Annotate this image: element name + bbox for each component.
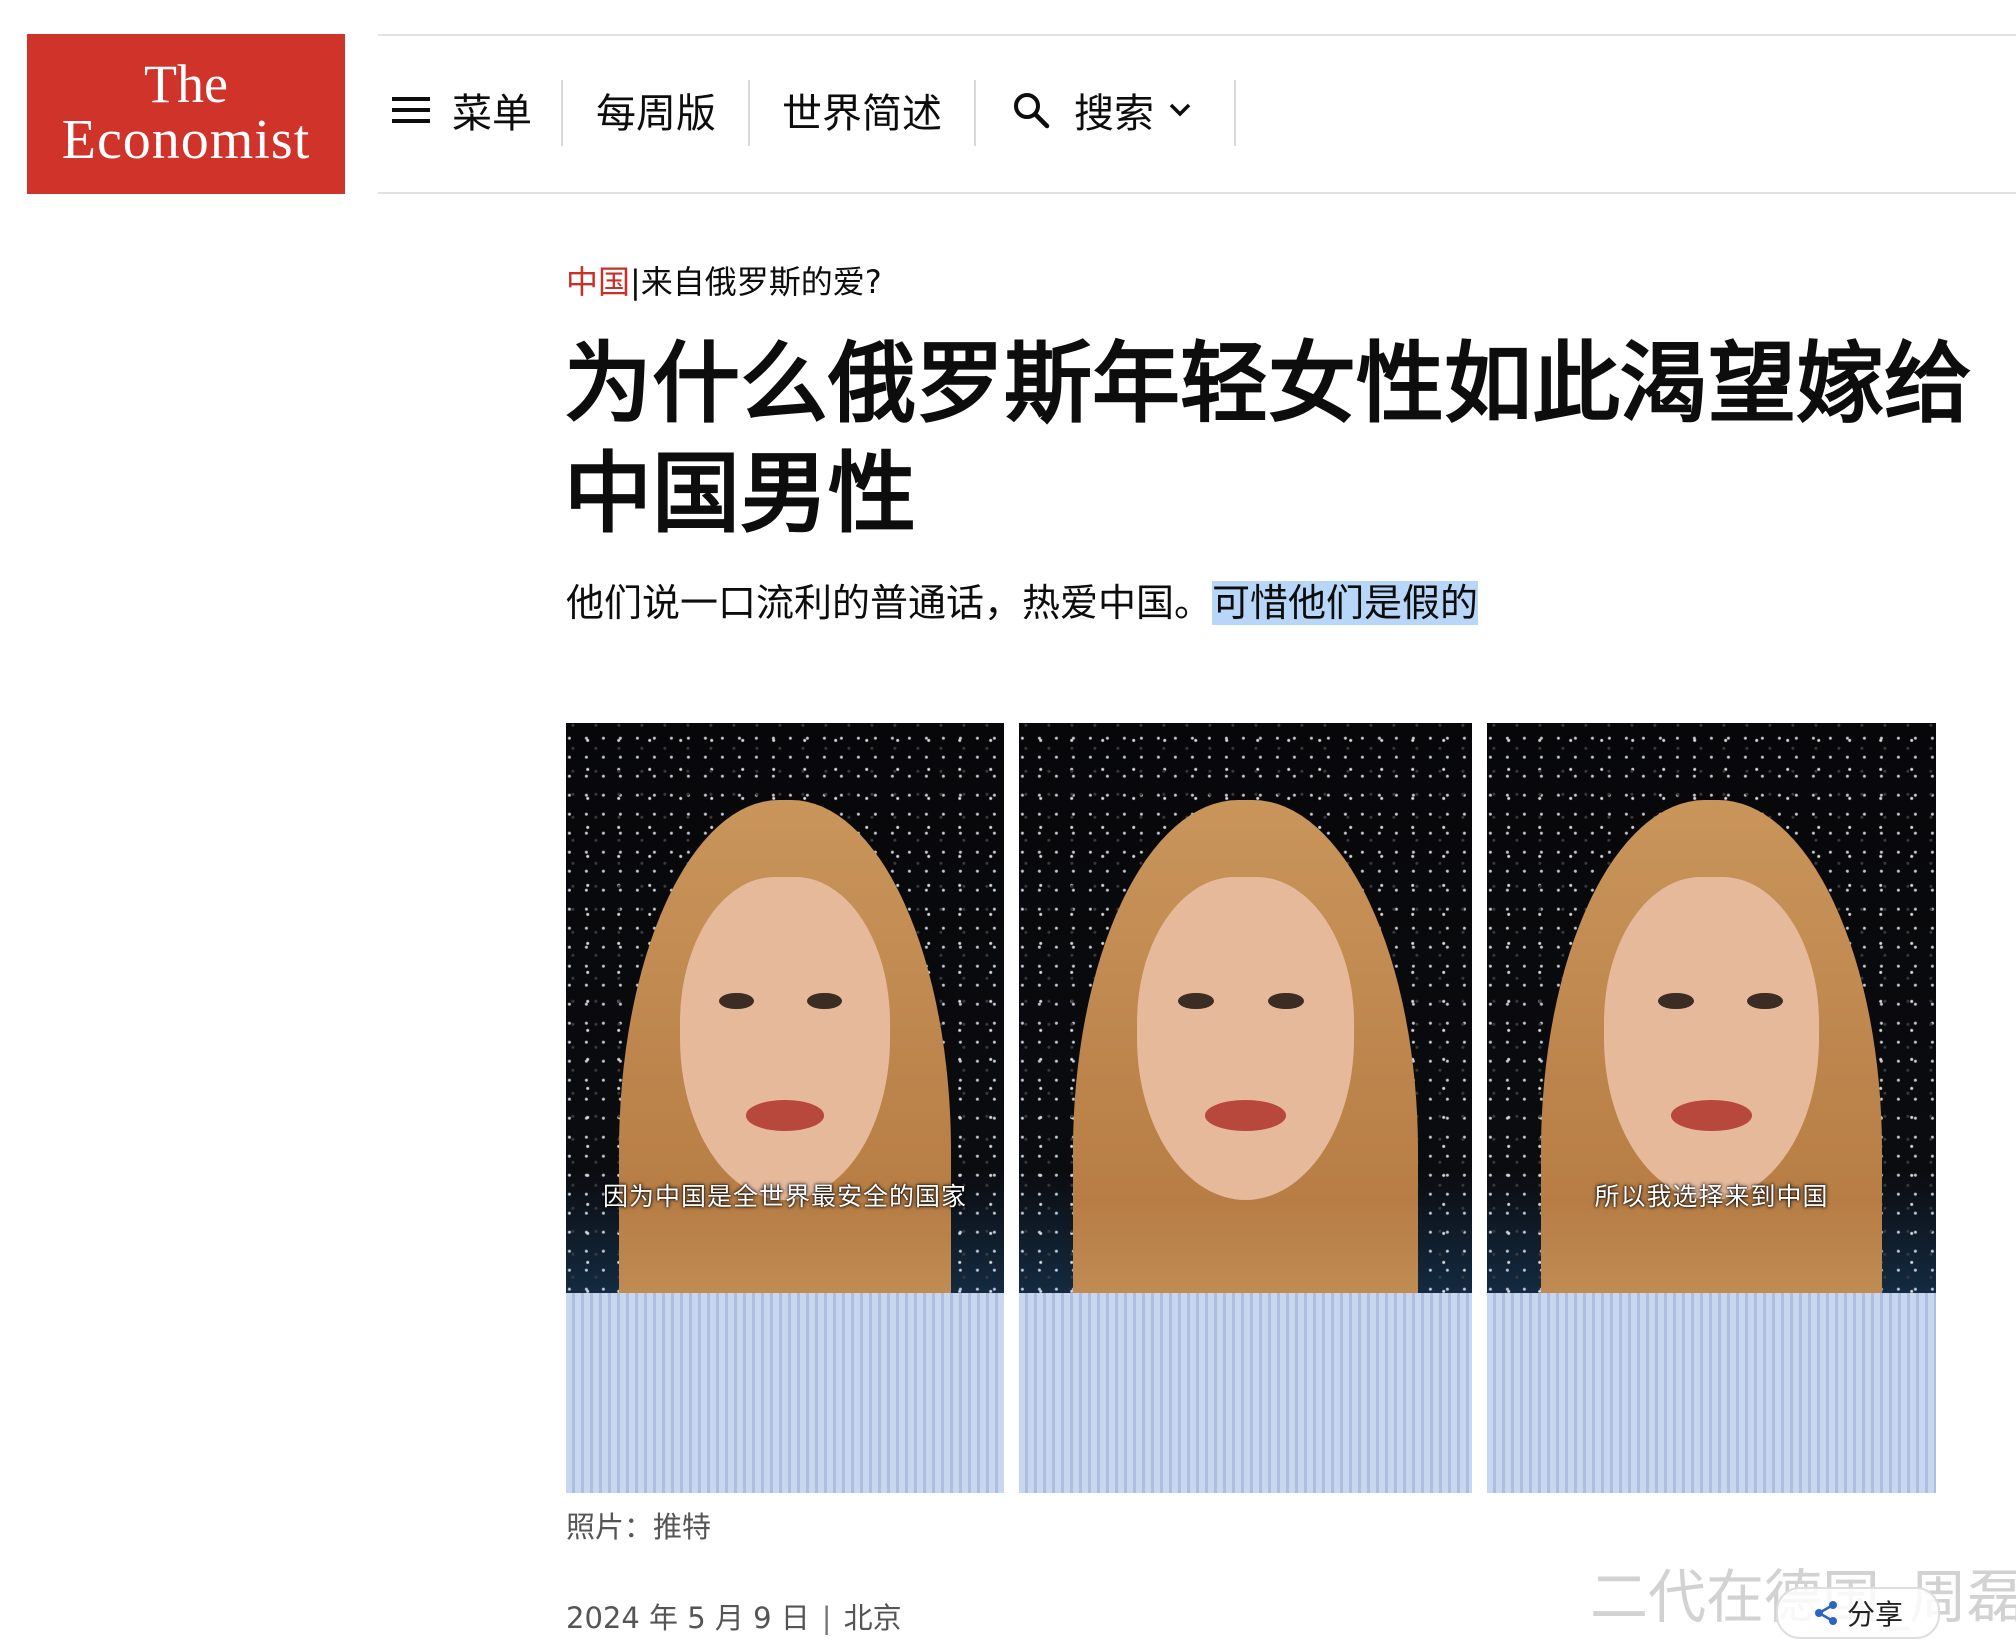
economist-logo[interactable]: The Economist	[27, 34, 345, 194]
share-icon	[1814, 1601, 1837, 1625]
article-photo-1: 因为中国是全世界最安全的国家	[566, 723, 1004, 1493]
search-button[interactable]: 搜索	[1012, 80, 1192, 140]
weekly-edition-label: 每周版	[596, 91, 716, 137]
nav-separator	[561, 80, 563, 146]
article-rubric: 来自俄罗斯的爱?	[640, 263, 882, 301]
world-brief-label: 世界简述	[782, 91, 942, 137]
nav-top-divider	[378, 34, 2016, 36]
photo-credit: 照片：推特	[566, 1510, 712, 1544]
logo-line-1: The	[144, 54, 228, 114]
chevron-down-icon	[1169, 103, 1191, 117]
video-subtitle: 因为中国是全世界最安全的国家	[602, 1182, 967, 1212]
subhead-highlighted-text: 可惜他们是假的	[1212, 581, 1479, 625]
nav-separator	[748, 80, 750, 146]
share-button[interactable]: 分享	[1776, 1587, 1940, 1639]
kicker-separator: |	[630, 263, 641, 301]
dateline-separator: |	[821, 1601, 832, 1635]
world-brief-link[interactable]: 世界简述	[782, 80, 942, 140]
share-label: 分享	[1846, 1598, 1903, 1631]
article-photo-3: 所以我选择来到中国	[1487, 723, 1936, 1493]
article-headline: 为什么俄罗斯年轻女性如此渴望嫁给中国男性	[564, 331, 1973, 545]
subhead-text: 他们说一口流利的普通话，热爱中国。	[566, 581, 1213, 625]
menu-label: 菜单	[452, 91, 532, 137]
logo-line-2: Economist	[61, 109, 311, 171]
article-dateline: 2024 年 5 月 9 日 | 北京	[566, 1596, 902, 1640]
section-link[interactable]: 中国	[566, 263, 630, 301]
hamburger-menu-icon	[392, 97, 430, 123]
weekly-edition-link[interactable]: 每周版	[596, 80, 716, 140]
video-subtitle: 所以我选择来到中国	[1594, 1182, 1829, 1212]
search-icon	[1014, 93, 1050, 129]
nav-bottom-divider	[378, 192, 2016, 194]
search-label: 搜索	[1074, 91, 1154, 137]
article-kicker: 中国|来自俄罗斯的爱?	[566, 258, 882, 306]
article-subhead: 他们说一口流利的普通话，热爱中国。可惜他们是假的	[566, 574, 1479, 632]
publish-date: 2024 年 5 月 9 日	[566, 1601, 810, 1635]
nav-separator	[1234, 80, 1236, 146]
nav-separator	[974, 80, 976, 146]
article-photo-2	[1019, 723, 1472, 1493]
menu-button[interactable]: 菜单	[392, 80, 532, 140]
dateline-location: 北京	[843, 1601, 902, 1635]
